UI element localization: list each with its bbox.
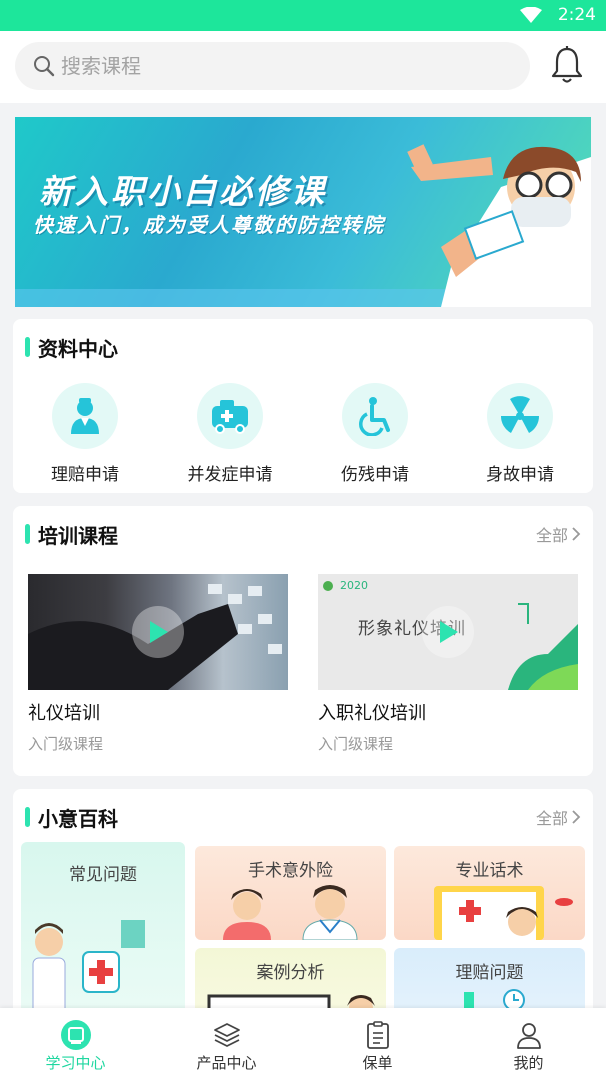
banner-title: 新入职小白必修课	[39, 172, 327, 211]
course-level: 入门级课程	[318, 735, 394, 753]
ambulance-icon	[212, 400, 248, 434]
course-thumbnail[interactable]	[28, 574, 288, 690]
tab-label: 产品中心	[196, 1054, 257, 1072]
more-label: 全部	[535, 526, 568, 545]
section-title: 资料中心	[25, 335, 118, 361]
tile-label: 案例分析	[256, 963, 325, 983]
user-icon	[517, 1023, 541, 1049]
course-name: 入职礼仪培训	[318, 703, 426, 724]
resource-item-disability[interactable]: 伤残申请	[310, 383, 440, 485]
wiki-tile-surgery-insurance[interactable]: 手术意外险	[195, 846, 386, 940]
icon-circle	[487, 383, 553, 449]
section-accent-bar	[25, 337, 30, 357]
course-card[interactable]: 2020 形象礼仪培训 入职礼仪培训 入门级课程	[318, 574, 578, 754]
wiki-tile-professional-talk[interactable]: 专业话术	[394, 846, 585, 940]
clipboard-icon	[367, 1021, 389, 1049]
resource-center-card: 资料中心 理赔申请 并发症申请 伤残申请 身故申请	[13, 319, 593, 493]
training-card: 培训课程 全部 礼仪培训 入门级课程 2020 形象礼仪培训 入职礼仪培训 入门…	[13, 506, 593, 776]
tab-label: 保单	[362, 1054, 393, 1072]
resource-item-label: 并发症申请	[187, 465, 273, 485]
training-title: 培训课程	[38, 523, 118, 548]
bell-icon[interactable]	[550, 45, 584, 85]
section-title: 培训课程	[25, 522, 118, 548]
resource-item-complication[interactable]: 并发症申请	[165, 383, 295, 485]
tab-learning-center[interactable]: 学习中心	[0, 1008, 151, 1080]
tile-label: 专业话术	[455, 861, 524, 881]
play-icon	[440, 621, 458, 643]
resource-item-label: 理赔申请	[51, 465, 119, 485]
course-name: 礼仪培训	[28, 703, 100, 724]
icon-circle	[197, 383, 263, 449]
tab-label: 学习中心	[45, 1054, 106, 1072]
wheelchair-icon	[359, 397, 390, 436]
tab-label: 我的	[513, 1054, 544, 1072]
resource-item-label: 身故申请	[486, 465, 554, 485]
bottom-tab-bar: 学习中心 产品中心 保单 我的	[0, 1008, 606, 1080]
encyclopedia-title: 小意百科	[38, 806, 118, 831]
thumbnail-year: 2020	[340, 579, 368, 592]
learning-center-icon	[61, 1020, 91, 1050]
search-input[interactable]	[61, 50, 501, 82]
nurse-icon	[71, 398, 99, 434]
section-accent-bar	[25, 807, 30, 827]
section-accent-bar	[25, 524, 30, 544]
tab-product-center[interactable]: 产品中心	[151, 1008, 302, 1080]
wifi-icon	[520, 7, 542, 23]
more-label: 全部	[535, 809, 568, 828]
status-time: 2:24	[557, 5, 596, 25]
tile-label: 理赔问题	[455, 963, 524, 983]
tile-label: 手术意外险	[248, 861, 333, 881]
play-button[interactable]	[132, 606, 184, 658]
icon-circle	[342, 383, 408, 449]
people-illustration	[223, 885, 358, 940]
icon-circle	[52, 383, 118, 449]
chevron-right-icon	[572, 527, 581, 541]
training-more-link[interactable]: 全部	[536, 522, 581, 546]
play-button[interactable]	[422, 606, 474, 658]
search-icon	[34, 56, 55, 77]
banner-subtitle: 快速入门，成为受人尊敬的防控转院	[33, 213, 385, 237]
section-title: 小意百科	[25, 805, 118, 831]
tab-profile[interactable]: 我的	[453, 1008, 604, 1080]
encyclopedia-more-link[interactable]: 全部	[536, 805, 581, 829]
resource-item-claim[interactable]: 理赔申请	[20, 383, 150, 485]
tab-policy[interactable]: 保单	[302, 1008, 453, 1080]
clipboard-illustration	[434, 886, 573, 940]
promo-banner[interactable]: 新入职小白必修课 快速入门，成为受人尊敬的防控转院	[15, 117, 591, 307]
course-thumbnail[interactable]: 2020 形象礼仪培训	[318, 574, 578, 690]
resource-item-death[interactable]: 身故申请	[455, 383, 585, 485]
resource-item-label: 伤残申请	[341, 465, 409, 485]
tile-label: 常见问题	[69, 865, 137, 885]
play-icon	[150, 621, 168, 643]
radiation-icon	[500, 396, 540, 433]
course-card[interactable]: 礼仪培训 入门级课程	[28, 574, 288, 754]
header	[0, 31, 606, 103]
chevron-right-icon	[572, 810, 581, 824]
status-bar: 2:24	[0, 0, 606, 31]
doctor-illustration	[407, 144, 591, 307]
search-bar[interactable]	[15, 42, 530, 90]
layers-icon	[214, 1023, 240, 1047]
resource-center-title: 资料中心	[38, 336, 118, 361]
course-level: 入门级课程	[28, 735, 104, 753]
